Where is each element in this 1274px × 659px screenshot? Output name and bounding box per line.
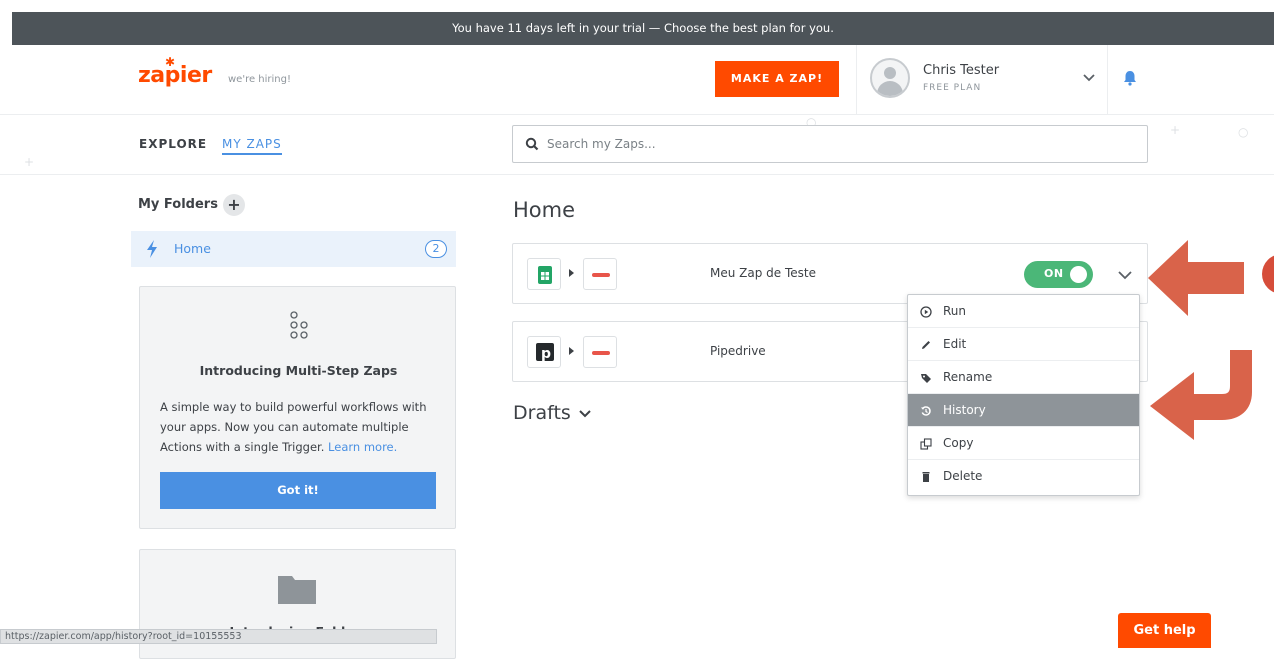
make-zap-button[interactable]: MAKE A ZAP!	[715, 61, 839, 97]
folder-icon	[278, 576, 316, 604]
tab-my-zaps[interactable]: MY ZAPS	[222, 137, 282, 155]
pencil-icon	[922, 341, 930, 349]
arrow-right-icon	[569, 269, 574, 277]
tag-icon	[921, 374, 931, 383]
trigger-app: p	[527, 336, 561, 368]
status-url: https://zapier.com/app/history?root_id=1…	[0, 629, 437, 644]
annotation-marker	[1262, 254, 1274, 294]
action-app	[583, 336, 617, 368]
annotation-arrow-left	[1148, 240, 1244, 316]
trash-icon	[922, 472, 930, 482]
menu-item-delete[interactable]: Delete	[908, 460, 1139, 493]
sidebar-item-label: Home	[174, 241, 211, 256]
copy-icon	[920, 438, 932, 450]
menu-item-copy[interactable]: Copy	[908, 427, 1139, 460]
user-name[interactable]: Chris Tester	[923, 63, 999, 78]
page-title: Home	[513, 198, 576, 222]
user-plan: FREE PLAN	[923, 83, 982, 93]
annotation-arrow-curved	[1150, 350, 1252, 440]
history-icon	[921, 406, 931, 416]
get-help-button[interactable]: Get help	[1118, 613, 1211, 648]
zap-name[interactable]: Pipedrive	[710, 344, 766, 358]
sub-nav: + + ○ ○ EXPLORE MY ZAPS	[0, 115, 1274, 175]
trial-banner[interactable]: You have 11 days left in your trial — Ch…	[12, 12, 1274, 45]
zap-toggle[interactable]: ON	[1024, 261, 1093, 288]
search-icon	[525, 137, 539, 151]
avatar[interactable]	[870, 58, 910, 98]
zap-actions-menu: Run Edit Rename History Copy Delete	[907, 294, 1140, 496]
chevron-down-icon	[579, 409, 591, 417]
bell-icon[interactable]	[1121, 69, 1139, 87]
my-folders-heading: My Folders	[138, 197, 218, 212]
zapier-logo[interactable]: zapier ✱	[138, 55, 212, 88]
drafts-section-toggle[interactable]: Drafts	[513, 402, 593, 424]
svg-text:p: p	[541, 346, 551, 362]
card-title: Introducing Multi-Step Zaps	[199, 363, 398, 378]
got-it-button[interactable]: Got it!	[160, 472, 436, 509]
zap-name[interactable]: Meu Zap de Teste	[710, 266, 816, 280]
multistep-intro-card: Introducing Multi-Step Zaps A simple way…	[139, 286, 456, 529]
action-app	[583, 258, 617, 290]
google-sheets-icon	[538, 266, 552, 284]
arrow-right-icon	[569, 347, 574, 355]
app-logo-icon	[592, 351, 610, 355]
menu-item-edit[interactable]: Edit	[908, 328, 1139, 361]
hiring-link[interactable]: we're hiring!	[228, 74, 291, 85]
chevron-down-icon[interactable]	[1116, 266, 1134, 284]
multi-step-icon	[290, 311, 308, 339]
play-icon	[920, 306, 932, 318]
app-logo-icon	[592, 273, 610, 277]
menu-item-run[interactable]: Run	[908, 295, 1139, 328]
bolt-icon	[147, 240, 157, 258]
card-text: A simple way to build powerful workflows…	[160, 400, 427, 454]
menu-item-rename[interactable]: Rename	[908, 361, 1139, 394]
zap-count-badge: 2	[425, 240, 447, 258]
tab-explore[interactable]: EXPLORE	[139, 137, 207, 151]
header-divider	[856, 45, 857, 115]
trigger-app	[527, 258, 561, 290]
header-divider	[1107, 45, 1108, 115]
search-box	[512, 125, 1148, 163]
chevron-down-icon[interactable]	[1080, 69, 1098, 87]
search-input[interactable]	[547, 126, 1137, 162]
app-header: zapier ✱ we're hiring! MAKE A ZAP! Chris …	[0, 45, 1274, 115]
learn-more-link[interactable]: Learn more.	[328, 440, 397, 454]
add-folder-button[interactable]: +	[223, 194, 245, 216]
menu-item-history[interactable]: History	[908, 394, 1139, 427]
pipedrive-icon: p	[536, 343, 554, 362]
sidebar-item-home[interactable]: Home 2	[131, 231, 456, 267]
